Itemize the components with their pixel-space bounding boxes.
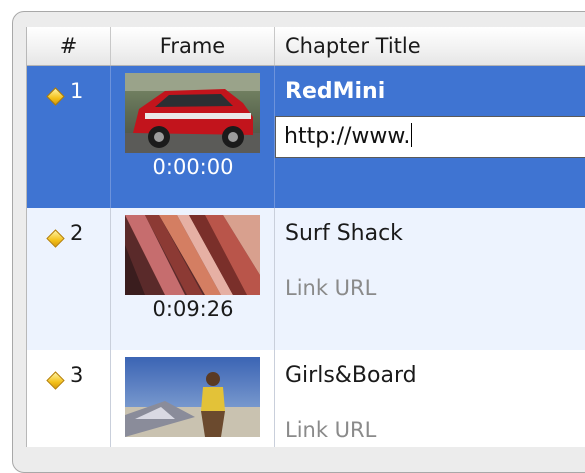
link-url-input[interactable]: http://www. bbox=[275, 116, 585, 158]
link-url-placeholder[interactable]: Link URL bbox=[285, 418, 376, 442]
frame-thumbnail-red-car[interactable] bbox=[125, 73, 260, 153]
frame-cell[interactable] bbox=[111, 350, 275, 447]
link-url-placeholder[interactable]: Link URL bbox=[285, 276, 376, 300]
chapter-title-cell[interactable]: Girls&Board Link URL bbox=[275, 350, 585, 447]
link-url-value: http://www. bbox=[284, 124, 411, 149]
chapter-title[interactable]: RedMini bbox=[285, 79, 385, 104]
diamond-icon bbox=[46, 229, 65, 248]
frame-cell[interactable]: 0:09:26 bbox=[111, 208, 275, 350]
frame-thumbnail-surfboards[interactable] bbox=[125, 215, 260, 295]
table-row[interactable]: 3 Girls&Board Link URL bbox=[27, 350, 585, 447]
column-header-frame[interactable]: Frame bbox=[111, 27, 275, 65]
column-header-number[interactable]: # bbox=[27, 27, 111, 65]
chapter-title-cell[interactable]: Surf Shack Link URL bbox=[275, 208, 585, 350]
chapter-title-cell[interactable]: RedMini http://www. bbox=[275, 66, 585, 208]
text-caret bbox=[411, 123, 413, 147]
diamond-icon bbox=[46, 371, 65, 390]
chapter-number: 1 bbox=[70, 79, 84, 103]
chapter-number: 3 bbox=[70, 363, 84, 387]
chapter-number-cell: 2 bbox=[27, 208, 111, 350]
chapter-number: 2 bbox=[70, 221, 84, 245]
chapter-table: # Frame Chapter Title 1 0:00:00 RedMini … bbox=[26, 27, 585, 447]
table-row[interactable]: 1 0:00:00 RedMini http://www. bbox=[27, 66, 585, 208]
frame-timecode: 0:00:00 bbox=[152, 155, 234, 179]
table-row[interactable]: 2 0:09:26 Surf Shack Link URL bbox=[27, 208, 585, 350]
chapter-title[interactable]: Surf Shack bbox=[285, 221, 403, 246]
frame-timecode: 0:09:26 bbox=[152, 297, 234, 321]
chapter-number-cell: 1 bbox=[27, 66, 111, 208]
column-header-chapter-title[interactable]: Chapter Title bbox=[275, 27, 585, 65]
frame-thumbnail-beach[interactable] bbox=[125, 357, 260, 437]
chapter-title[interactable]: Girls&Board bbox=[285, 363, 417, 388]
chapter-number-cell: 3 bbox=[27, 350, 111, 447]
diamond-icon bbox=[46, 87, 65, 106]
table-header: # Frame Chapter Title bbox=[27, 27, 585, 66]
frame-cell[interactable]: 0:00:00 bbox=[111, 66, 275, 208]
